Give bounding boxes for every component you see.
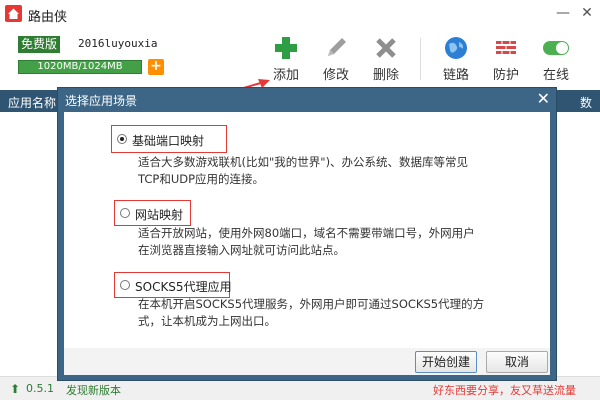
globe-icon bbox=[445, 37, 467, 59]
dialog-footer: 开始创建 取消 bbox=[64, 348, 550, 375]
plus-icon bbox=[275, 37, 297, 59]
add-label: 添加 bbox=[272, 68, 299, 83]
protect-label: 防护 bbox=[492, 68, 519, 83]
update-arrow-icon: ⬆ bbox=[10, 382, 21, 396]
start-create-button[interactable]: 开始创建 bbox=[415, 351, 477, 373]
radio-website-mapping[interactable] bbox=[120, 208, 130, 218]
edit-button[interactable]: 修改 bbox=[316, 32, 356, 86]
option-website-mapping[interactable]: 网站映射 bbox=[114, 200, 191, 226]
edition-badge: 免费版 bbox=[18, 36, 61, 53]
route-button[interactable]: 链路 bbox=[436, 32, 476, 86]
route-label: 链路 bbox=[442, 68, 469, 83]
radio-basic-port-mapping[interactable] bbox=[117, 134, 127, 144]
delete-label: 删除 bbox=[372, 68, 399, 83]
dialog-body: 基础端口映射 适合大多数游戏联机(比如"我的世界")、办公系统、数据库等常见 T… bbox=[64, 112, 550, 348]
toolbar-divider bbox=[420, 38, 421, 80]
pencil-icon bbox=[328, 38, 346, 56]
dialog-title: 选择应用场景 bbox=[65, 94, 138, 108]
traffic-bar: 1020MB/1024MB bbox=[18, 60, 142, 74]
option-description: 适合开放网站，使用外网80端口，域名不需要带端口号，外网用户 在浏览器直接输入网… bbox=[138, 225, 475, 259]
version-text: 0.5.1 bbox=[26, 382, 54, 395]
app-logo-icon bbox=[5, 5, 22, 22]
desc-line: TCP和UDP应用的连接。 bbox=[138, 172, 265, 186]
column-app-name: 应用名称 bbox=[8, 96, 57, 110]
protect-button[interactable]: 防护 bbox=[486, 32, 526, 86]
app-title: 路由侠 bbox=[28, 10, 68, 25]
new-version-link[interactable]: 发现新版本 bbox=[66, 382, 121, 398]
column-right: 数 bbox=[580, 96, 593, 110]
option-basic-port-mapping[interactable]: 基础端口映射 bbox=[111, 125, 227, 153]
toggle-icon bbox=[543, 41, 569, 55]
desc-line: 适合开放网站，使用外网80端口，域名不需要带端口号，外网用户 bbox=[138, 226, 475, 240]
promo-link[interactable]: 好东西要分享，友又草送流量 bbox=[433, 382, 576, 398]
close-window-icon[interactable]: ✕ bbox=[576, 2, 598, 24]
online-toggle[interactable]: 在线 bbox=[536, 32, 576, 86]
desc-line: 在浏览器直接输入网址就可访问此站点。 bbox=[138, 243, 345, 257]
scenario-dialog: 选择应用场景 ✕ 基础端口映射 适合大多数游戏联机(比如"我的世界")、办公系统… bbox=[57, 87, 557, 381]
minimize-icon[interactable]: — bbox=[552, 2, 574, 24]
option-socks5-proxy[interactable]: SOCKS5代理应用 bbox=[114, 272, 232, 298]
username: 2016luyouxia bbox=[78, 37, 158, 50]
x-icon bbox=[376, 38, 396, 58]
dialog-close-icon[interactable]: ✕ bbox=[537, 89, 550, 108]
option-description: 适合大多数游戏联机(比如"我的世界")、办公系统、数据库等常见 TCP和UDP应… bbox=[138, 154, 468, 188]
desc-line: 式，让本机成为上网出口。 bbox=[138, 314, 276, 328]
edit-label: 修改 bbox=[322, 68, 349, 83]
header: 免费版 2016luyouxia 1020MB/1024MB + 添加 修改 删… bbox=[0, 28, 600, 101]
option-label: 基础端口映射 bbox=[132, 134, 205, 148]
option-description: 在本机开启SOCKS5代理服务，外网用户即可通过SOCKS5代理的方 式，让本机… bbox=[138, 296, 484, 330]
cancel-button[interactable]: 取消 bbox=[486, 351, 548, 373]
title-bar: 路由侠 — ✕ bbox=[0, 0, 600, 28]
option-label: SOCKS5代理应用 bbox=[135, 280, 232, 294]
add-button[interactable]: 添加 bbox=[266, 32, 306, 86]
delete-button[interactable]: 删除 bbox=[366, 32, 406, 86]
buy-traffic-button[interactable]: + bbox=[148, 59, 164, 75]
radio-socks5-proxy[interactable] bbox=[120, 280, 130, 290]
desc-line: 适合大多数游戏联机(比如"我的世界")、办公系统、数据库等常见 bbox=[138, 155, 469, 169]
desc-line: 在本机开启SOCKS5代理服务，外网用户即可通过SOCKS5代理的方 bbox=[138, 297, 485, 311]
traffic-text: 1020MB/1024MB bbox=[37, 61, 123, 72]
online-label: 在线 bbox=[542, 68, 569, 83]
firewall-icon bbox=[496, 41, 516, 54]
option-label: 网站映射 bbox=[135, 208, 184, 222]
